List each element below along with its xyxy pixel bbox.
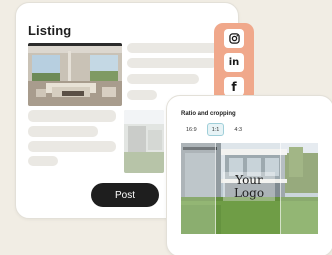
text-placeholder xyxy=(127,74,199,84)
text-placeholder xyxy=(28,110,116,122)
facebook-button[interactable]: f xyxy=(224,77,244,96)
ratio-selector: 16:9 1:1 4:3 xyxy=(181,123,247,136)
crop-title: Ratio and cropping xyxy=(181,111,236,117)
text-placeholder xyxy=(28,141,116,152)
instagram-icon xyxy=(228,33,240,44)
text-placeholder xyxy=(28,156,58,166)
text-placeholder xyxy=(28,126,98,137)
linkedin-button[interactable]: in xyxy=(224,53,244,72)
crop-card: Ratio and cropping 16:9 1:1 4:3 Your Log… xyxy=(166,95,332,255)
ratio-option-16-9[interactable]: 16:9 xyxy=(181,123,202,136)
linkedin-icon: in xyxy=(228,57,240,68)
crop-preview-image[interactable]: Your Logo xyxy=(181,143,318,234)
listing-title: Listing xyxy=(28,23,72,38)
ratio-option-1-1[interactable]: 1:1 xyxy=(206,123,225,136)
social-share-strip: in f xyxy=(214,23,254,103)
facebook-icon: f xyxy=(231,79,237,94)
listing-photo xyxy=(28,43,122,106)
text-placeholder xyxy=(127,90,157,100)
text-placeholder xyxy=(127,43,227,53)
post-button[interactable]: Post xyxy=(91,183,159,207)
logo-watermark: Your Logo xyxy=(223,172,275,201)
ratio-option-4-3[interactable]: 4:3 xyxy=(229,123,247,136)
instagram-button[interactable] xyxy=(224,29,244,48)
text-placeholder xyxy=(127,58,217,68)
stage: Listing Post in f Ratio and cropping 16:… xyxy=(0,0,332,255)
thumbnail-photo xyxy=(124,110,164,173)
